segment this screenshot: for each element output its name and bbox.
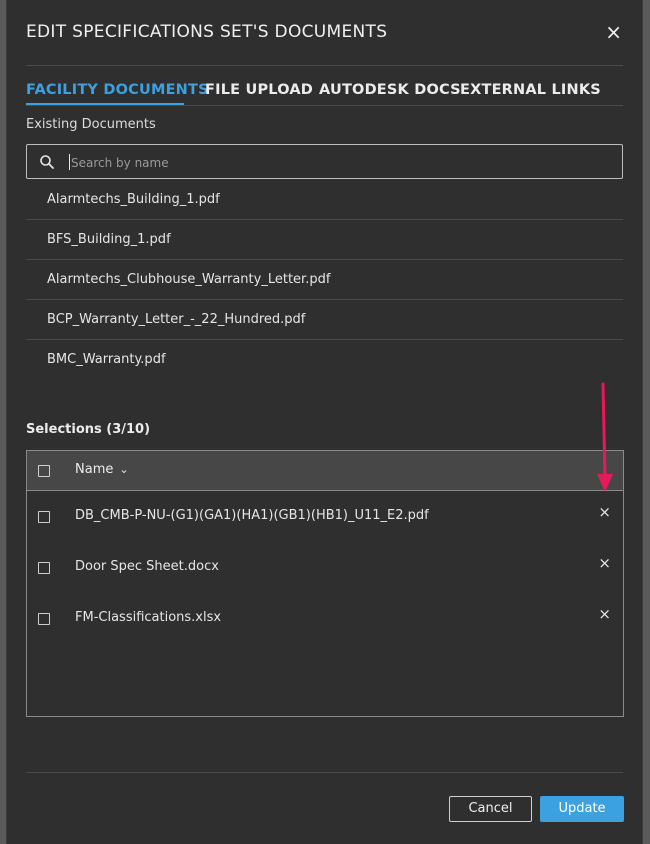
tab-external-links[interactable]: EXTERNAL LINKS — [460, 82, 601, 98]
search-icon — [40, 155, 54, 169]
row-checkbox[interactable] — [38, 511, 50, 523]
selections-table: Name ⌄ DB_CMB-P-NU-(G1)(GA1)(HA1)(GB1)(HB… — [26, 450, 624, 717]
selections-label: Selections (3/10) — [26, 422, 151, 437]
column-label: Name — [75, 462, 114, 477]
cancel-button[interactable]: Cancel — [449, 796, 532, 822]
close-icon[interactable]: × — [598, 554, 611, 572]
search-input[interactable] — [69, 149, 613, 176]
existing-documents-list: Alarmtechs_Building_1.pdf BFS_Building_1… — [26, 180, 623, 379]
close-icon[interactable]: × — [605, 22, 622, 42]
list-item[interactable]: Alarmtechs_Clubhouse_Warranty_Letter.pdf — [26, 260, 623, 300]
tab-bar: FACILITY DOCUMENTS FILE UPLOAD AUTODESK … — [26, 82, 623, 106]
table-row: Door Spec Sheet.docx × — [27, 542, 623, 593]
list-item[interactable]: BCP_Warranty_Letter_-_22_Hundred.pdf — [26, 300, 623, 340]
divider — [26, 105, 623, 106]
existing-documents-label: Existing Documents — [26, 117, 156, 132]
update-button[interactable]: Update — [540, 796, 624, 822]
select-all-checkbox[interactable] — [38, 465, 50, 477]
table-header: Name ⌄ — [27, 451, 623, 491]
row-file-name: DB_CMB-P-NU-(G1)(GA1)(HA1)(GB1)(HB1)_U11… — [75, 508, 429, 523]
divider — [26, 65, 623, 66]
tab-file-upload[interactable]: FILE UPLOAD — [205, 82, 313, 98]
close-icon[interactable]: × — [598, 503, 611, 521]
dialog-title: EDIT SPECIFICATIONS SET'S DOCUMENTS — [26, 22, 388, 42]
divider — [26, 772, 623, 773]
row-file-name: FM-Classifications.xlsx — [75, 610, 222, 625]
chevron-down-icon: ⌄ — [119, 463, 129, 476]
row-checkbox[interactable] — [38, 613, 50, 625]
close-icon[interactable]: × — [598, 605, 611, 623]
name-column-header[interactable]: Name ⌄ — [75, 462, 129, 477]
edit-documents-dialog: EDIT SPECIFICATIONS SET'S DOCUMENTS × FA… — [6, 0, 643, 844]
row-checkbox[interactable] — [38, 562, 50, 574]
search-box — [26, 144, 623, 179]
table-row: DB_CMB-P-NU-(G1)(GA1)(HA1)(GB1)(HB1)_U11… — [27, 491, 623, 542]
tab-autodesk-docs[interactable]: AUTODESK DOCS — [319, 82, 461, 98]
tab-facility-documents[interactable]: FACILITY DOCUMENTS — [26, 82, 209, 98]
list-item[interactable]: Alarmtechs_Building_1.pdf — [26, 180, 623, 220]
list-item[interactable]: BMC_Warranty.pdf — [26, 340, 623, 379]
backdrop — [642, 0, 650, 844]
arrow-down-icon — [597, 382, 613, 492]
table-row: FM-Classifications.xlsx × — [27, 593, 623, 644]
row-file-name: Door Spec Sheet.docx — [75, 559, 219, 574]
list-item[interactable]: BFS_Building_1.pdf — [26, 220, 623, 260]
